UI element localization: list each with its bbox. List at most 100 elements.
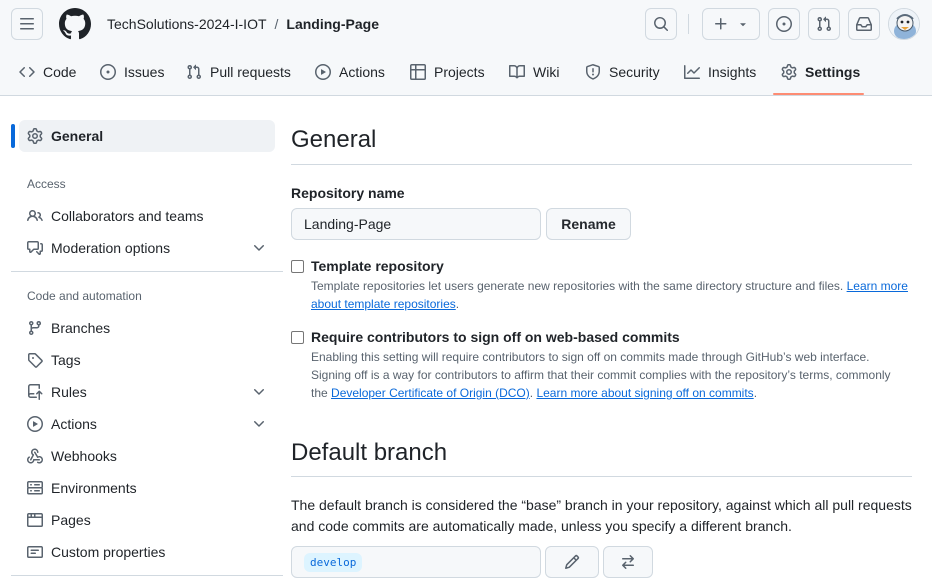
tab-projects-label: Projects (434, 64, 485, 80)
top-bar: TechSolutions-2024-I-IOT / Landing-Page (0, 0, 932, 48)
require-signoff-checkbox[interactable] (291, 331, 304, 344)
tab-issues-label: Issues (124, 64, 165, 80)
tab-settings[interactable]: Settings (781, 56, 860, 88)
signoff-learn-more-link[interactable]: Learn more about signing off on commits (536, 386, 753, 400)
sidebar-item-actions[interactable]: Actions (19, 408, 275, 440)
sidebar-divider (11, 271, 283, 272)
dco-link[interactable]: Developer Certificate of Origin (DCO) (331, 386, 530, 400)
default-branch-field: develop (291, 546, 541, 578)
code-icon (19, 66, 35, 78)
people-icon (27, 209, 43, 222)
tab-actions[interactable]: Actions (315, 56, 385, 88)
sidebar-item-branches[interactable]: Branches (19, 312, 275, 344)
settings-sidebar: General Access Collaborators and teams M… (0, 96, 290, 586)
signoff-desc-line2: Signing off is a way for contributors to… (311, 368, 891, 382)
open-menu-button[interactable] (11, 8, 43, 40)
note-icon (27, 546, 43, 558)
tab-pull-requests-label: Pull requests (210, 64, 291, 80)
tab-issues[interactable]: Issues (100, 56, 164, 88)
git-pull-request-icon (817, 16, 832, 32)
tab-wiki[interactable]: Wiki (509, 56, 559, 88)
sidebar-item-custom-properties[interactable]: Custom properties (19, 536, 275, 568)
require-signoff-description: Enabling this setting will require contr… (311, 348, 911, 402)
repository-name-label: Repository name (291, 185, 405, 201)
tab-wiki-label: Wiki (533, 64, 560, 80)
git-branch-icon (28, 321, 41, 336)
sidebar-item-label: Tags (51, 352, 81, 368)
gear-icon (27, 128, 43, 144)
sidebar-item-label: Moderation options (51, 240, 171, 256)
sidebar-item-general[interactable]: General (19, 120, 275, 152)
settings-main: General Repository name Rename Template … (291, 96, 912, 586)
switch-default-branch-button[interactable] (603, 546, 653, 578)
tab-code-label: Code (43, 64, 77, 80)
header-divider (688, 14, 689, 34)
server-icon (27, 481, 43, 495)
learn-more-link[interactable]: Learn more (847, 279, 908, 293)
create-new-button[interactable] (702, 8, 760, 40)
tab-settings-label: Settings (805, 64, 861, 80)
sidebar-item-label: Actions (51, 416, 97, 432)
sidebar-item-pages[interactable]: Pages (19, 504, 275, 536)
tab-pull-requests[interactable]: Pull requests (186, 56, 291, 88)
tab-insights-label: Insights (708, 64, 757, 80)
active-indicator (11, 124, 15, 148)
template-repository-checkbox[interactable] (291, 260, 304, 273)
tab-security[interactable]: Security (585, 56, 660, 88)
signoff-desc-line1: Enabling this setting will require contr… (311, 350, 870, 364)
hamburger-icon (20, 18, 34, 30)
inbox-icon (856, 17, 872, 31)
pencil-icon (564, 554, 580, 570)
github-logo-icon[interactable] (59, 8, 91, 40)
template-repository-description: Template repositories let users generate… (311, 277, 911, 313)
search-button[interactable] (645, 8, 677, 40)
sidebar-item-tags[interactable]: Tags (19, 344, 275, 376)
sidebar-item-collaborators[interactable]: Collaborators and teams (19, 200, 275, 232)
user-avatar[interactable] (888, 8, 920, 40)
sidebar-item-webhooks[interactable]: Webhooks (19, 440, 275, 472)
title-divider (291, 164, 912, 165)
sidebar-item-environments[interactable]: Environments (19, 472, 275, 504)
default-branch-heading: Default branch (291, 439, 448, 466)
book-icon (509, 64, 525, 79)
sidebar-divider (11, 575, 283, 576)
table-icon (410, 64, 426, 80)
tag-icon (28, 353, 43, 368)
sidebar-heading-code-automation: Code and automation (27, 289, 142, 303)
your-pull-requests-button[interactable] (808, 8, 840, 40)
sidebar-item-label: Rules (51, 384, 87, 400)
tab-projects[interactable]: Projects (410, 56, 485, 88)
shield-icon (586, 64, 600, 80)
template-desc-text: Template repositories let users generate… (311, 279, 844, 293)
rename-button[interactable]: Rename (546, 208, 631, 240)
chevron-down-icon (254, 421, 264, 427)
signoff-desc-pre: the (311, 386, 328, 400)
notifications-button[interactable] (848, 8, 880, 40)
breadcrumb-repo-link[interactable]: Landing-Page (286, 15, 379, 33)
repository-name-input[interactable] (291, 208, 541, 240)
sidebar-heading-access: Access (27, 177, 66, 191)
arrow-switch-icon (622, 555, 634, 569)
git-pull-request-icon (187, 64, 202, 80)
selected-tab-underline (773, 93, 864, 95)
sidebar-item-rules[interactable]: Rules (19, 376, 275, 408)
default-branch-description: The default branch is considered the “ba… (291, 497, 912, 534)
sidebar-item-label: Pages (51, 512, 91, 528)
template-docs-link[interactable]: about template repositories (311, 297, 456, 311)
comment-discussion-icon (27, 241, 43, 255)
rename-branch-button[interactable] (545, 546, 599, 578)
breadcrumb-owner-link[interactable]: TechSolutions-2024-I-IOT (107, 15, 267, 33)
tab-insights[interactable]: Insights (684, 56, 756, 88)
plus-icon (715, 18, 727, 30)
play-icon (315, 64, 331, 80)
search-icon (654, 17, 669, 32)
tab-code[interactable]: Code (19, 56, 76, 88)
app-header: TechSolutions-2024-I-IOT / Landing-Page (0, 0, 932, 96)
graph-icon (684, 65, 700, 79)
page-title: General (291, 126, 377, 153)
your-issues-button[interactable] (768, 8, 800, 40)
sidebar-item-label: Collaborators and teams (51, 208, 204, 224)
signoff-desc-mid: . (529, 386, 534, 400)
sidebar-item-moderation[interactable]: Moderation options (19, 232, 275, 264)
default-branch-name: develop (304, 552, 363, 572)
